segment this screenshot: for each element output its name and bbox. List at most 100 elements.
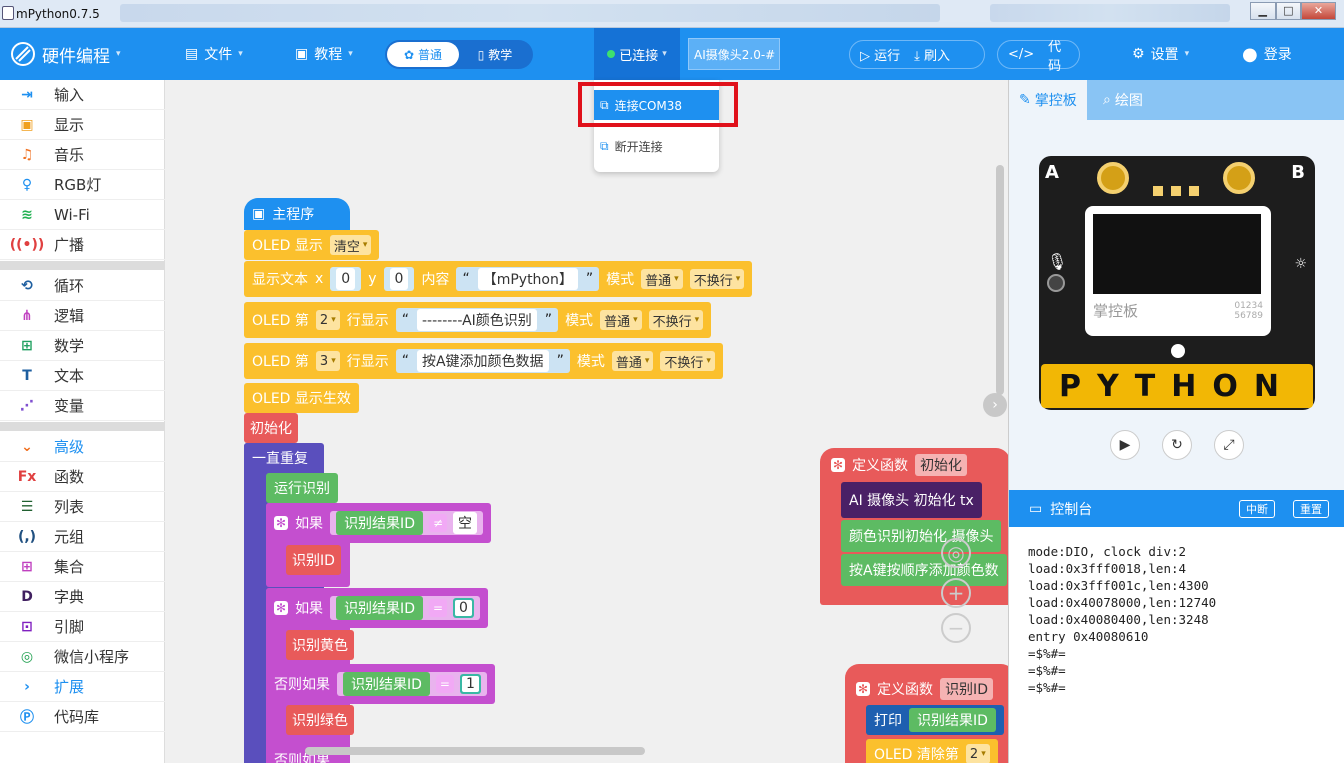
file-menu[interactable]: ▤ 文件 ▾ [185,28,243,80]
text-input[interactable]: 【mPython】 [477,268,578,290]
text-input[interactable]: --------AI颜色识别 [416,309,537,331]
wrap-dropdown[interactable]: 不换行 [689,269,745,289]
zoom-out-icon[interactable]: − [941,613,971,643]
text-input[interactable]: 按A键添加颜色数据 [416,350,549,372]
sidebar-item-1[interactable]: ▣ 显示 [0,110,165,140]
show-text-block[interactable]: 显示文本 x0 y0 内容 “ 【mPython】 ” 模式普通不换行 [244,261,753,297]
zoom-in-icon[interactable]: + [941,578,971,608]
vertical-scrollbar[interactable] [996,165,1004,395]
button-a[interactable] [1097,162,1129,194]
reset-button[interactable]: 重置 [1293,500,1329,518]
mode-dropdown[interactable]: 普通 [641,269,683,289]
text-string-block[interactable]: “ 【mPython】 ” [456,267,600,291]
mode-teach-button[interactable]: ▯ 教学 [459,46,531,63]
brand-menu[interactable]: 硬件编程 ▾ [10,28,121,80]
sidebar-item-3[interactable]: ♀ RGB灯 [0,170,165,200]
sidebar-item-5[interactable]: ((•)) 广播 [0,230,165,260]
compare-block[interactable]: 识别结果ID = 0 [330,596,480,620]
horizontal-scrollbar[interactable] [305,747,645,755]
operator-dropdown[interactable]: = [428,599,448,617]
sidebar-item-10[interactable]: ⋰ 变量 [0,391,165,421]
press-a-add-color-block[interactable]: 按A键按顺序添加颜色数 [841,554,1007,586]
disconnect-menu-item[interactable]: ⧉ 断开连接 [594,132,719,160]
number-input[interactable]: 1 [461,676,479,692]
wrap-dropdown[interactable]: 不换行 [648,310,704,330]
login-button[interactable]: ● 登录 [1242,28,1292,80]
text-string-block[interactable]: “ 按A键添加颜色数据 ” [395,349,570,373]
camera-device-select[interactable]: AI摄像头2.0-# [688,38,780,70]
flash-button[interactable]: ⤓ 刷入 [914,45,950,64]
console-output[interactable]: mode:DIO, clock div:2 load:0x3fff0018,len… [1009,527,1344,763]
minimize-button[interactable]: ▁ [1250,2,1276,20]
color-recog-init-block[interactable]: 颜色识别初始化 摄像头 [841,520,1002,552]
oled-line-block[interactable]: OLED 第 2 行显示 “ --------AI颜色识别 ” 模式普通不换行 [244,302,712,338]
main-program-block[interactable]: ▣ 主程序 [244,198,350,230]
compare-block[interactable]: 识别结果ID = 1 [337,672,487,696]
button-b[interactable] [1223,162,1255,194]
sidebar-item-18[interactable]: ◎ 微信小程序 [0,642,165,672]
restart-button[interactable]: ↻ [1162,430,1192,460]
run-button[interactable]: ▷ 运行 [860,45,900,64]
sidebar-item-13[interactable]: ☰ 列表 [0,492,165,522]
operator-dropdown[interactable]: ≠ [428,514,448,532]
ai-camera-init-block[interactable]: AI 摄像头 初始化 tx [841,482,982,518]
print-block[interactable]: 打印 识别结果ID [866,705,1004,735]
sidebar-item-4[interactable]: ≋ Wi-Fi [0,200,165,230]
tab-control-board[interactable]: ✎ 掌控板 [1009,80,1087,120]
number-input[interactable]: 0 [455,600,472,616]
line-number-dropdown[interactable]: 2 [965,744,990,763]
mode-dropdown[interactable]: 普通 [611,351,654,371]
sidebar-item-7[interactable]: ⋔ 逻辑 [0,301,165,331]
line-number-dropdown[interactable]: 3 [315,351,340,371]
call-recog-yellow-block[interactable]: 识别黄色 [286,630,354,660]
oled-show-block[interactable]: OLED 显示 清空 [244,230,380,260]
function-name-input[interactable]: 识别ID [940,678,993,700]
code-button[interactable]: </> 代码 [997,40,1080,74]
sidebar-item-9[interactable]: T 文本 [0,361,165,391]
sidebar-item-20[interactable]: Ⓟ 代码库 [0,702,165,732]
sidebar-item-17[interactable]: ⊡ 引脚 [0,612,165,642]
sidebar-item-19[interactable]: › 扩展 [0,672,165,702]
fullscreen-button[interactable]: ⤢ [1214,430,1244,460]
close-button[interactable]: ✕ [1301,2,1336,20]
operator-dropdown[interactable]: = [435,675,454,693]
collapse-panel-icon[interactable]: › [983,393,1007,417]
run-recog-block[interactable]: 运行识别 [266,473,338,503]
sidebar-item-16[interactable]: D 字典 [0,582,165,612]
zoom-reset-icon[interactable]: ◎ [941,538,971,568]
recog-result-id-block[interactable]: 识别结果ID [336,596,423,620]
call-recog-id-block[interactable]: 识别ID [286,545,341,575]
compare-block[interactable]: 识别结果ID ≠ 空 [330,511,484,535]
oled-line-block[interactable]: OLED 第 3 行显示 “ 按A键添加颜色数据 ” 模式普通不换行 [244,343,723,379]
settings-menu[interactable]: ⚙ 设置 ▾ [1132,28,1189,80]
tab-draw[interactable]: ⌕ 绘图 [1093,80,1153,120]
tutorial-menu[interactable]: ▣ 教程 ▾ [295,28,353,80]
sidebar-item-6[interactable]: ⟲ 循环 [0,271,165,301]
mode-dropdown[interactable]: 普通 [600,310,642,330]
sidebar-item-2[interactable]: ♫ 音乐 [0,140,165,170]
oled-clear-line-block[interactable]: OLED 清除第 2 [866,739,998,763]
call-recog-green-block[interactable]: 识别绿色 [286,705,354,735]
play-button[interactable]: ▶ [1110,430,1140,460]
interrupt-button[interactable]: 中断 [1239,500,1275,518]
connection-status-menu[interactable]: 已连接 ▾ [594,28,680,80]
mode-toggle[interactable]: ✿ 普通 ▯ 教学 [385,40,533,69]
sidebar-item-12[interactable]: Fx 函数 [0,462,165,492]
recog-result-id-block[interactable]: 识别结果ID [909,708,996,732]
function-name-input[interactable]: 初始化 [915,454,968,476]
clear-dropdown[interactable]: 清空 [329,235,372,255]
block-workspace[interactable]: ▣主程序 OLED 显示清空 显示文本 x0 y0 内容 “ 【mPython】… [165,80,1008,763]
recog-result-id-block[interactable]: 识别结果ID [343,672,430,696]
x-input[interactable]: 0 [336,268,356,290]
line-number-dropdown[interactable]: 2 [315,310,340,330]
call-init-block[interactable]: 初始化 [244,413,298,443]
text-string-block[interactable]: “ --------AI颜色识别 ” [395,308,559,332]
empty-value[interactable]: 空 [453,512,478,534]
y-input[interactable]: 0 [389,268,409,290]
recog-result-id-block[interactable]: 识别结果ID [336,511,423,535]
sidebar-item-15[interactable]: ⊞ 集合 [0,552,165,582]
mode-normal-button[interactable]: ✿ 普通 [387,42,459,67]
sidebar-item-8[interactable]: ⊞ 数学 [0,331,165,361]
maximize-button[interactable]: □ [1275,2,1302,20]
wrap-dropdown[interactable]: 不换行 [660,351,715,371]
